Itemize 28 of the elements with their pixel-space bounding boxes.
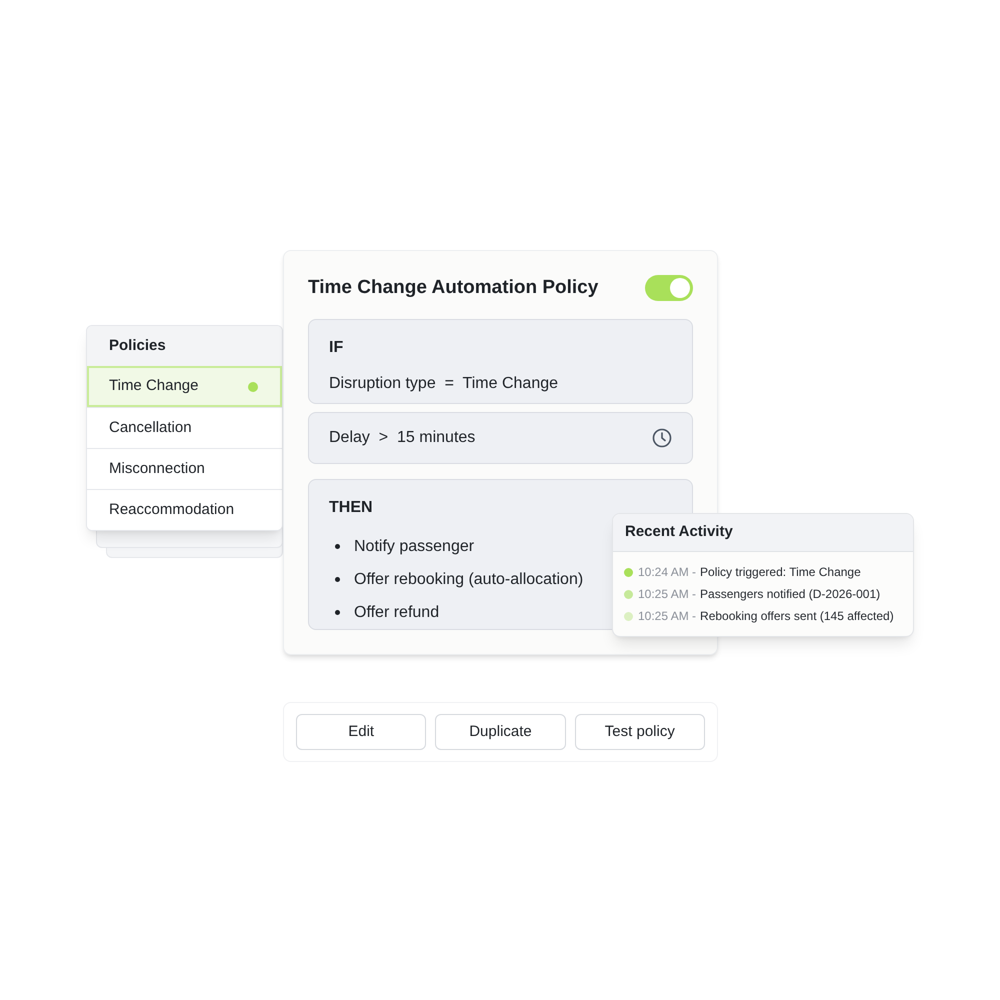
clock-icon xyxy=(652,428,672,448)
activity-time: 10:25 AM - xyxy=(638,586,696,603)
activity-time: 10:25 AM - xyxy=(638,608,696,625)
policy-item[interactable]: Reaccommodation xyxy=(87,489,282,530)
policy-item[interactable]: Misconnection xyxy=(87,448,282,489)
panel-title: Policies xyxy=(109,336,166,356)
condition-text: Delay > 15 minutes xyxy=(329,428,476,448)
card-title: Recent Activity xyxy=(625,522,733,542)
policy-item[interactable]: Cancellation xyxy=(87,407,282,448)
activity-text: Rebooking offers sent (145 affected) xyxy=(700,608,894,625)
action-text: Offer refund xyxy=(354,602,440,622)
block-heading: THEN xyxy=(329,498,374,518)
bullet-icon xyxy=(335,577,340,582)
bullet-icon xyxy=(335,544,340,549)
action-text: Offer rebooking (auto-allocation) xyxy=(354,570,584,590)
policy-item[interactable]: Time Change xyxy=(87,366,282,407)
action-button[interactable]: Test policy xyxy=(574,714,705,750)
activity-time: 10:24 AM - xyxy=(638,564,696,581)
action-button[interactable]: Edit xyxy=(296,714,426,750)
block-heading: IF xyxy=(329,338,344,358)
action-text: Notify passenger xyxy=(354,536,474,556)
action-button[interactable]: Duplicate xyxy=(435,714,566,750)
activity-text: Passengers notified (D-2026-001) xyxy=(700,586,880,603)
policy-title: Time Change Automation Policy xyxy=(308,276,598,300)
condition-text: Disruption type = Time Change xyxy=(329,374,560,394)
toggle-switch[interactable] xyxy=(645,275,693,301)
bullet-icon xyxy=(335,610,340,615)
activity-text: Policy triggered: Time Change xyxy=(700,564,861,581)
